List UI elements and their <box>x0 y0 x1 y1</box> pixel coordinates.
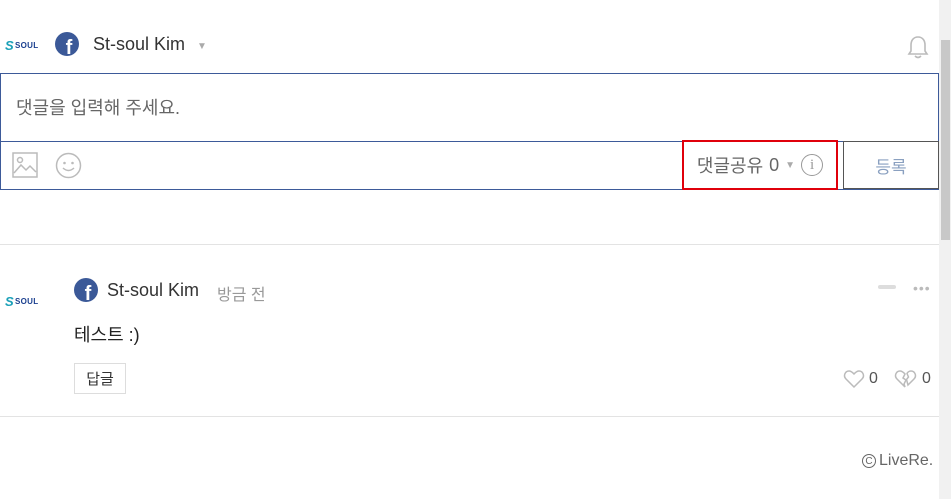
divider <box>0 416 939 417</box>
logo-mark-icon: S <box>5 294 14 309</box>
comment-time: 방금 전 <box>217 287 266 304</box>
facebook-icon: f <box>55 32 79 56</box>
footer-brand: LiveRe. <box>879 452 934 469</box>
broken-heart-icon <box>894 370 917 388</box>
comment-author[interactable]: St-soul Kim <box>107 280 199 301</box>
share-count: 0 <box>769 154 780 175</box>
bell-icon[interactable] <box>907 34 929 65</box>
comment-text: 테스트 :) <box>74 325 140 345</box>
dislike-button[interactable]: 0 <box>894 369 931 389</box>
logo-mark-icon: S <box>5 38 14 53</box>
avatar-logo-text: SOUL <box>14 297 39 306</box>
like-count: 0 <box>869 370 878 387</box>
collapse-icon[interactable] <box>878 285 896 289</box>
comment-avatar: S SOUL <box>5 294 38 309</box>
chevron-down-icon[interactable]: ▼ <box>197 41 207 52</box>
chevron-down-icon: ▼ <box>785 159 796 171</box>
emoji-icon[interactable] <box>55 152 82 184</box>
heart-icon <box>843 370 865 389</box>
share-label: 댓글공유 <box>696 156 764 176</box>
scrollbar-thumb[interactable] <box>941 40 950 240</box>
like-button[interactable]: 0 <box>843 369 878 389</box>
copyright-icon: C <box>862 454 876 468</box>
comment-share-toggle[interactable]: 댓글공유 0 ▼ i <box>682 140 838 190</box>
image-upload-icon[interactable] <box>12 152 38 183</box>
comment-input[interactable] <box>14 87 918 129</box>
powered-by-footer[interactable]: C LiveRe. <box>862 452 933 470</box>
dislike-count: 0 <box>922 370 931 387</box>
divider <box>0 244 939 245</box>
current-user-name[interactable]: St-soul Kim <box>93 34 185 55</box>
info-icon[interactable]: i <box>801 154 824 176</box>
site-logo: S SOUL <box>5 38 38 53</box>
logo-text: SOUL <box>14 41 39 50</box>
reply-button[interactable]: 답글 <box>74 363 126 394</box>
comment-input-area <box>1 74 938 142</box>
submit-button[interactable]: 등록 <box>843 141 939 189</box>
more-options-icon[interactable]: ••• <box>913 280 931 296</box>
facebook-icon: f <box>74 278 98 302</box>
